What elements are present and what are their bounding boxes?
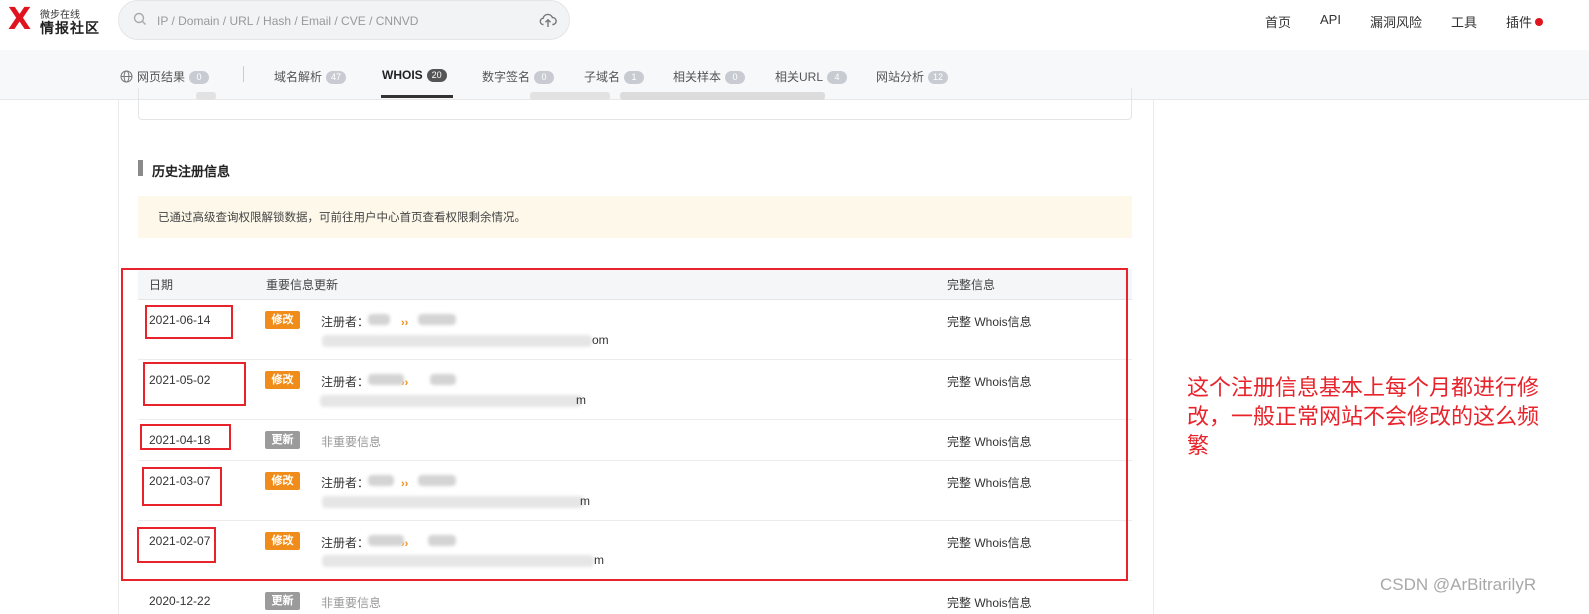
watermark: CSDN @ArBitrarilyR bbox=[1380, 575, 1537, 594]
nav-vuln-risk[interactable]: 漏洞风险 bbox=[1370, 12, 1422, 31]
tab-site-analysis[interactable]: 网站分析 12 bbox=[876, 68, 949, 85]
redacted-text bbox=[196, 92, 216, 100]
highlight-box-date bbox=[142, 467, 222, 506]
permission-notice: 已通过高级查询权限解锁数据，可前往用户中心首页查看权限剩余情况。 bbox=[138, 196, 1132, 238]
nav-plugins[interactable]: 插件 bbox=[1506, 12, 1544, 31]
nav-plugins-label: 插件 bbox=[1506, 15, 1533, 30]
annotation-note: 这个注册信息基本上每个月都进行修改，一般正常网站不会修改的这么频繁 bbox=[1187, 376, 1540, 459]
tab-dns-resolution[interactable]: 域名解析 47 bbox=[274, 68, 347, 85]
tab-count-badge: 0 bbox=[534, 71, 555, 84]
section-title: 历史注册信息 bbox=[152, 164, 231, 179]
tab-subdomains[interactable]: 子域名 1 bbox=[584, 68, 645, 85]
highlight-box-table bbox=[121, 268, 1128, 581]
content-border bbox=[118, 100, 119, 614]
logo-mark[interactable]: X bbox=[8, 5, 31, 35]
tab-label: 域名解析 bbox=[274, 70, 323, 84]
top-bar: X 微步在线 情报社区 首页 API 漏洞风险 工具 插件 bbox=[0, 0, 1589, 51]
logo-title[interactable]: 情报社区 bbox=[40, 18, 100, 38]
nav-home[interactable]: 首页 bbox=[1265, 12, 1291, 31]
upload-cloud-icon[interactable] bbox=[539, 12, 557, 33]
tab-related-samples[interactable]: 相关样本 0 bbox=[673, 68, 746, 85]
tab-label: 相关URL bbox=[775, 70, 824, 84]
tab-count-badge: 47 bbox=[326, 71, 347, 84]
highlight-box-date bbox=[143, 362, 246, 406]
tab-digital-signature[interactable]: 数字签名 0 bbox=[482, 68, 555, 85]
search-box[interactable] bbox=[118, 0, 570, 40]
nav-tools[interactable]: 工具 bbox=[1451, 12, 1477, 31]
row-date: 2020-12-22 bbox=[149, 594, 211, 608]
globe-icon bbox=[120, 70, 133, 83]
highlight-box-date bbox=[145, 305, 233, 339]
full-whois-link[interactable]: 完整 Whois信息 bbox=[947, 594, 1032, 611]
tab-whois[interactable]: WHOIS 20 bbox=[382, 68, 447, 82]
tab-label: 网站分析 bbox=[876, 70, 925, 84]
redacted-text bbox=[620, 92, 825, 100]
content-border bbox=[1153, 100, 1154, 614]
tab-count-badge: 20 bbox=[426, 69, 447, 82]
redacted-text bbox=[530, 92, 610, 100]
tab-count-badge: 4 bbox=[827, 71, 848, 84]
tab-count-badge: 0 bbox=[189, 71, 210, 84]
update-tag: 更新 bbox=[265, 592, 300, 610]
tab-label: 子域名 bbox=[584, 70, 621, 84]
highlight-box-date bbox=[137, 527, 216, 563]
search-icon bbox=[133, 12, 147, 31]
tab-related-urls[interactable]: 相关URL 4 bbox=[775, 68, 848, 85]
tab-label: 网页结果 bbox=[137, 70, 186, 84]
tab-count-badge: 12 bbox=[928, 71, 949, 84]
nav-api[interactable]: API bbox=[1320, 12, 1341, 27]
tab-web-results[interactable]: 网页结果 0 bbox=[120, 68, 210, 85]
section-marker bbox=[138, 160, 143, 176]
tab-divider bbox=[243, 66, 244, 82]
highlight-box-date bbox=[140, 424, 231, 450]
tab-count-badge: 0 bbox=[725, 71, 746, 84]
plugin-indicator-icon bbox=[1535, 18, 1544, 26]
tab-label: 相关样本 bbox=[673, 70, 722, 84]
tab-label: WHOIS bbox=[382, 68, 423, 82]
non-important-info: 非重要信息 bbox=[321, 596, 382, 610]
search-input[interactable] bbox=[155, 10, 529, 32]
tab-count-badge: 1 bbox=[624, 71, 645, 84]
tab-label: 数字签名 bbox=[482, 70, 531, 84]
